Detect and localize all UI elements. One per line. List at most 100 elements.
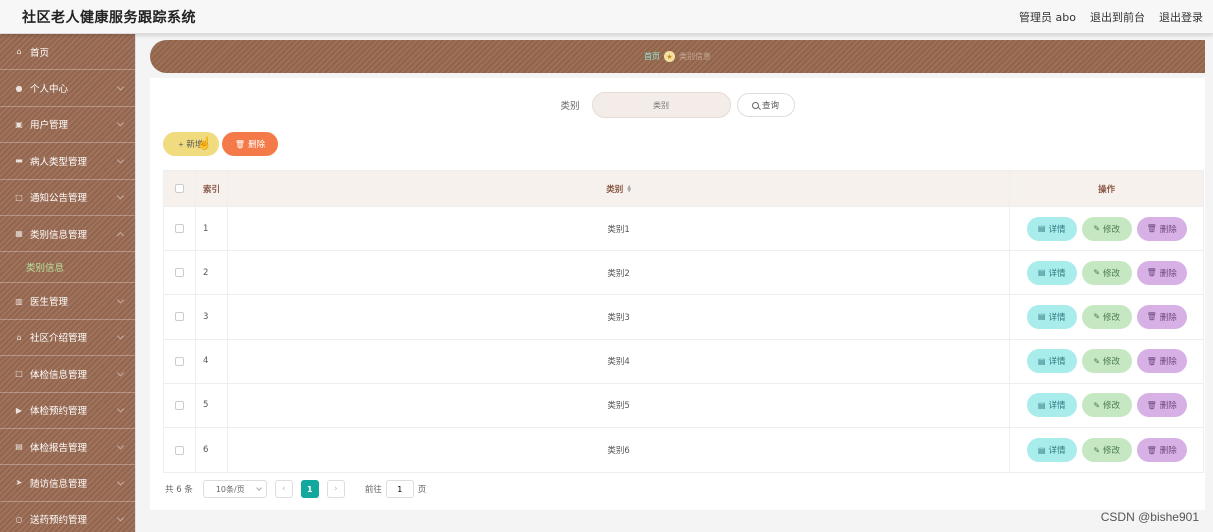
chevron-down-icon — [116, 514, 125, 522]
sidebar-item-exam-booking[interactable]: ▶ 体检预约管理 — [0, 393, 135, 429]
chevron-down-icon — [116, 192, 125, 200]
chart-icon: ▥ — [15, 296, 23, 306]
sidebar-item-profile[interactable]: ● 个人中心 — [0, 70, 135, 107]
edit-button[interactable]: ✎ 修改 — [1081, 349, 1132, 374]
sidebar-item-label: 体检预约管理 — [30, 406, 88, 418]
detail-button[interactable]: ▤ 详情 — [1026, 438, 1077, 463]
sidebar-item-exam-info[interactable]: □ 体检信息管理 — [0, 356, 135, 393]
sidebar-item-label: 类别信息管理 — [30, 229, 88, 241]
detail-button[interactable]: ▤ 详情 — [1026, 349, 1077, 374]
search-button[interactable]: 查询 — [736, 93, 795, 117]
flag-icon: ▶ — [15, 405, 23, 415]
sidebar-item-users[interactable]: ▣ 用户管理 — [0, 107, 135, 144]
user-icon: ● — [15, 83, 23, 93]
breadcrumb-home[interactable]: 首页 — [644, 51, 660, 62]
list-icon: ▬ — [15, 156, 23, 166]
edit-button[interactable]: ✎ 修改 — [1081, 260, 1132, 285]
search-button-label: 查询 — [761, 101, 779, 111]
grid-icon: ▦ — [15, 229, 23, 239]
prev-page-button[interactable]: ‹ — [274, 480, 293, 498]
select-all-checkbox[interactable] — [174, 184, 184, 193]
next-page-button[interactable]: › — [326, 480, 345, 498]
document-icon: ▤ — [1037, 268, 1046, 278]
search-input[interactable] — [591, 92, 731, 118]
goto-page-input[interactable] — [385, 480, 414, 498]
sidebar-item-community[interactable]: ⌂ 社区介绍管理 — [0, 320, 135, 357]
star-icon: ★ — [664, 51, 675, 62]
sidebar-item-patient-types[interactable]: ▬ 病人类型管理 — [0, 143, 135, 180]
detail-button[interactable]: ▤ 详情 — [1026, 216, 1077, 241]
delete-label: 删除 — [1159, 356, 1177, 367]
batch-delete-button[interactable]: 🗑 删除 — [222, 132, 278, 156]
detail-button[interactable]: ▤ 详情 — [1026, 393, 1077, 418]
sort-icon[interactable]: ▲ ▼ — [627, 184, 631, 193]
front-link[interactable]: 退出到前台 — [1090, 9, 1145, 25]
row-index: 3 — [196, 295, 228, 339]
header-category[interactable]: 类别 ▲ ▼ — [228, 171, 1011, 206]
sidebar: ⌂ 首页 ● 个人中心 ▣ 用户管理 ▬ 病人类型管理 □ 通知公告管理 ▦ 类… — [0, 34, 136, 532]
row-category: 类别4 — [228, 339, 1011, 383]
breadcrumb-current: 类别信息 — [679, 52, 711, 61]
delete-button[interactable]: 🗑 删除 — [1136, 393, 1187, 418]
home-icon: ⌂ — [16, 47, 22, 57]
sidebar-item-home[interactable]: ⌂ 首页 — [0, 34, 135, 71]
edit-button[interactable]: ✎ 修改 — [1081, 216, 1132, 241]
chevron-down-icon — [116, 156, 125, 164]
detail-label: 详情 — [1048, 223, 1066, 234]
sidebar-item-label: 病人类型管理 — [30, 156, 88, 168]
delete-label: 删除 — [1159, 223, 1177, 234]
page-size-select[interactable]: 10条/页 — [202, 480, 267, 498]
sidebar-item-label: 个人中心 — [30, 84, 69, 96]
detail-label: 详情 — [1048, 267, 1066, 278]
chevron-down-icon — [116, 83, 125, 91]
sidebar-subitem-category-info[interactable]: 类别信息 — [0, 252, 135, 284]
delete-button[interactable]: 🗑 删除 — [1136, 304, 1187, 329]
delete-button[interactable]: 🗑 删除 — [1136, 438, 1187, 463]
sidebar-item-followup[interactable]: ➤ 随访信息管理 — [0, 465, 135, 502]
row-checkbox[interactable] — [174, 312, 184, 322]
sidebar-item-medicine[interactable]: ○ 送药预约管理 — [0, 502, 135, 532]
detail-label: 详情 — [1048, 400, 1066, 411]
page-number-button[interactable]: 1 — [300, 480, 319, 498]
content-panel: 类别 查询 + 新增 ☝ 🗑 删除 索引 类别 — [150, 78, 1205, 510]
row-checkbox[interactable] — [174, 356, 184, 366]
delete-button[interactable]: 🗑 删除 — [1136, 260, 1187, 285]
delete-label: 删除 — [1159, 267, 1177, 278]
search-icon — [751, 101, 759, 109]
logout-link[interactable]: 退出登录 — [1159, 9, 1203, 25]
table-row: 1 类别1 ▤ 详情 ✎ 修改 🗑 删除 — [164, 207, 1203, 252]
trash-icon: 🗑 — [1146, 224, 1157, 234]
delete-button[interactable]: 🗑 删除 — [1136, 216, 1187, 241]
detail-button[interactable]: ▤ 详情 — [1026, 260, 1077, 285]
row-checkbox[interactable] — [174, 445, 184, 455]
delete-button[interactable]: 🗑 删除 — [1136, 349, 1187, 374]
edit-button[interactable]: ✎ 修改 — [1081, 393, 1132, 418]
hand-cursor-icon: ☝ — [197, 136, 212, 150]
sidebar-item-doctors[interactable]: ▥ 医生管理 — [0, 283, 135, 320]
trash-icon: 🗑 — [1146, 356, 1157, 366]
add-button[interactable]: + 新增 ☝ — [163, 132, 219, 156]
row-category: 类别1 — [228, 207, 1011, 251]
table-row: 4 类别4 ▤ 详情 ✎ 修改 🗑 删除 — [164, 339, 1203, 384]
row-category: 类别6 — [228, 427, 1011, 473]
app-title: 社区老人健康服务跟踪系统 — [22, 9, 196, 26]
header-category-label: 类别 — [606, 184, 624, 195]
row-checkbox[interactable] — [174, 400, 184, 410]
sidebar-item-notices[interactable]: □ 通知公告管理 — [0, 180, 135, 216]
sidebar-item-exam-report[interactable]: ▤ 体检报告管理 — [0, 429, 135, 466]
edit-button[interactable]: ✎ 修改 — [1081, 304, 1132, 329]
header-ops: 操作 — [1098, 184, 1116, 195]
chevron-down-icon — [255, 485, 262, 491]
edit-label: 修改 — [1103, 400, 1121, 411]
row-checkbox[interactable] — [174, 224, 184, 234]
sidebar-item-categories[interactable]: ▦ 类别信息管理 — [0, 216, 135, 253]
users-icon: ▣ — [15, 119, 23, 129]
edit-button[interactable]: ✎ 修改 — [1081, 438, 1132, 463]
chevron-down-icon — [116, 442, 125, 450]
row-category: 类别5 — [228, 383, 1011, 427]
row-checkbox[interactable] — [174, 268, 184, 278]
row-index: 5 — [196, 383, 228, 427]
sidebar-item-label: 体检报告管理 — [30, 442, 88, 454]
document-icon: ▤ — [1037, 356, 1046, 366]
detail-button[interactable]: ▤ 详情 — [1026, 304, 1077, 329]
